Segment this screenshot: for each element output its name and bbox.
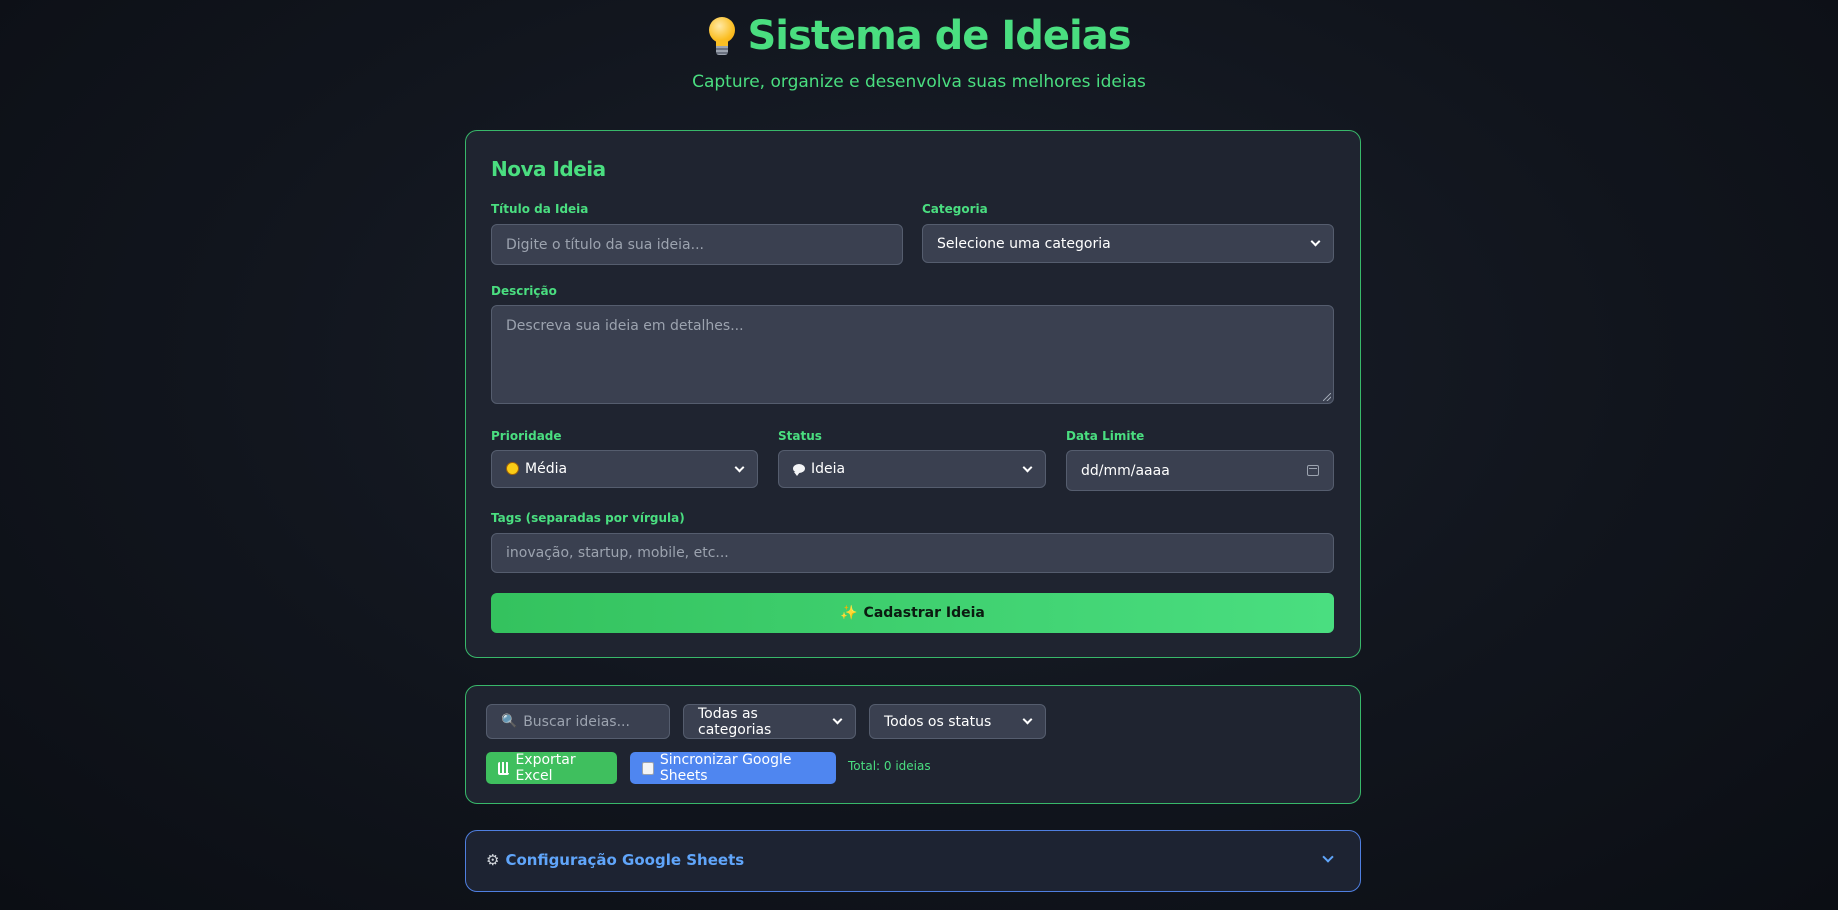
title-input[interactable]: Digite o título da sua ideia... (491, 224, 903, 265)
search-icon: 🔍 (501, 714, 518, 729)
deadline-value: dd/mm/aaaa (1081, 462, 1170, 479)
category-filter-value: Todas as categorias (698, 705, 772, 738)
submit-label: Cadastrar Ideia (863, 605, 985, 621)
google-sheets-config-panel[interactable]: ⚙ Configuração Google Sheets (465, 830, 1361, 892)
category-select-value: Selecione uma categoria (937, 235, 1111, 252)
gear-icon: ⚙ (486, 851, 500, 869)
description-label: Descrição (491, 284, 557, 298)
deadline-label: Data Limite (1066, 429, 1145, 443)
calendar-icon[interactable] (1307, 465, 1319, 476)
lightbulb-icon (707, 15, 737, 57)
sync-google-sheets-button[interactable]: Sincronizar Google Sheets (630, 752, 836, 784)
export-excel-button[interactable]: Exportar Excel (486, 752, 617, 784)
chevron-down-icon (832, 714, 843, 725)
priority-select-value: Média (525, 461, 568, 477)
category-filter-select[interactable]: Todas as categorias (683, 704, 856, 739)
status-select[interactable]: Ideia (778, 450, 1046, 488)
total-count: Total: 0 ideias (848, 759, 931, 773)
yellow-circle-icon (506, 462, 519, 475)
tags-label: Tags (separadas por vírgula) (491, 511, 685, 525)
deadline-date-input[interactable]: dd/mm/aaaa (1066, 450, 1334, 491)
bar-chart-icon (498, 761, 510, 775)
category-label: Categoria (922, 202, 988, 216)
speech-bubble-icon (793, 464, 805, 476)
page-title: Sistema de Ideias (747, 13, 1131, 59)
sync-google-sheets-label: Sincronizar Google Sheets (659, 752, 792, 784)
category-select[interactable]: Selecione uma categoria (922, 224, 1334, 263)
priority-label: Prioridade (491, 429, 562, 443)
tags-input[interactable]: inovação, startup, mobile, etc... (491, 533, 1334, 573)
clipboard-icon (642, 761, 654, 775)
config-title: Configuração Google Sheets (505, 851, 745, 869)
resize-grip-icon[interactable] (1323, 393, 1331, 401)
status-filter-value: Todos os status (884, 713, 992, 730)
filters-panel: 🔍 Buscar ideias... Todas as categorias T… (465, 685, 1361, 804)
sparkles-icon: ✨ (840, 605, 858, 621)
status-filter-select[interactable]: Todos os status (869, 704, 1046, 739)
title-label: Título da Ideia (491, 202, 589, 216)
title-input-placeholder: Digite o título da sua ideia... (506, 236, 704, 253)
export-excel-label: Exportar Excel (515, 752, 576, 784)
search-placeholder: Buscar ideias... (523, 713, 630, 730)
chevron-down-icon (734, 462, 745, 472)
chevron-down-icon (1022, 462, 1033, 472)
form-heading: Nova Ideia (491, 157, 606, 181)
chevron-down-icon (1022, 714, 1033, 725)
status-label: Status (778, 429, 822, 443)
chevron-down-icon (1310, 236, 1321, 247)
description-placeholder: Descreva sua ideia em detalhes... (506, 318, 744, 334)
chevron-down-icon[interactable] (1322, 851, 1334, 863)
search-input[interactable]: 🔍 Buscar ideias... (486, 704, 670, 739)
submit-idea-button[interactable]: ✨ Cadastrar Ideia (491, 593, 1334, 633)
status-select-value: Ideia (811, 461, 846, 477)
page-title-row: Sistema de Ideias (707, 10, 1132, 62)
page-header: Sistema de Ideias Capture, organize e de… (0, 10, 1838, 92)
new-idea-form: Nova Ideia Título da Ideia Digite o títu… (465, 130, 1361, 658)
page-subtitle: Capture, organize e desenvolva suas melh… (692, 72, 1146, 92)
priority-select[interactable]: Média (491, 450, 758, 488)
description-textarea[interactable]: Descreva sua ideia em detalhes... (491, 305, 1334, 404)
tags-placeholder: inovação, startup, mobile, etc... (506, 545, 729, 561)
